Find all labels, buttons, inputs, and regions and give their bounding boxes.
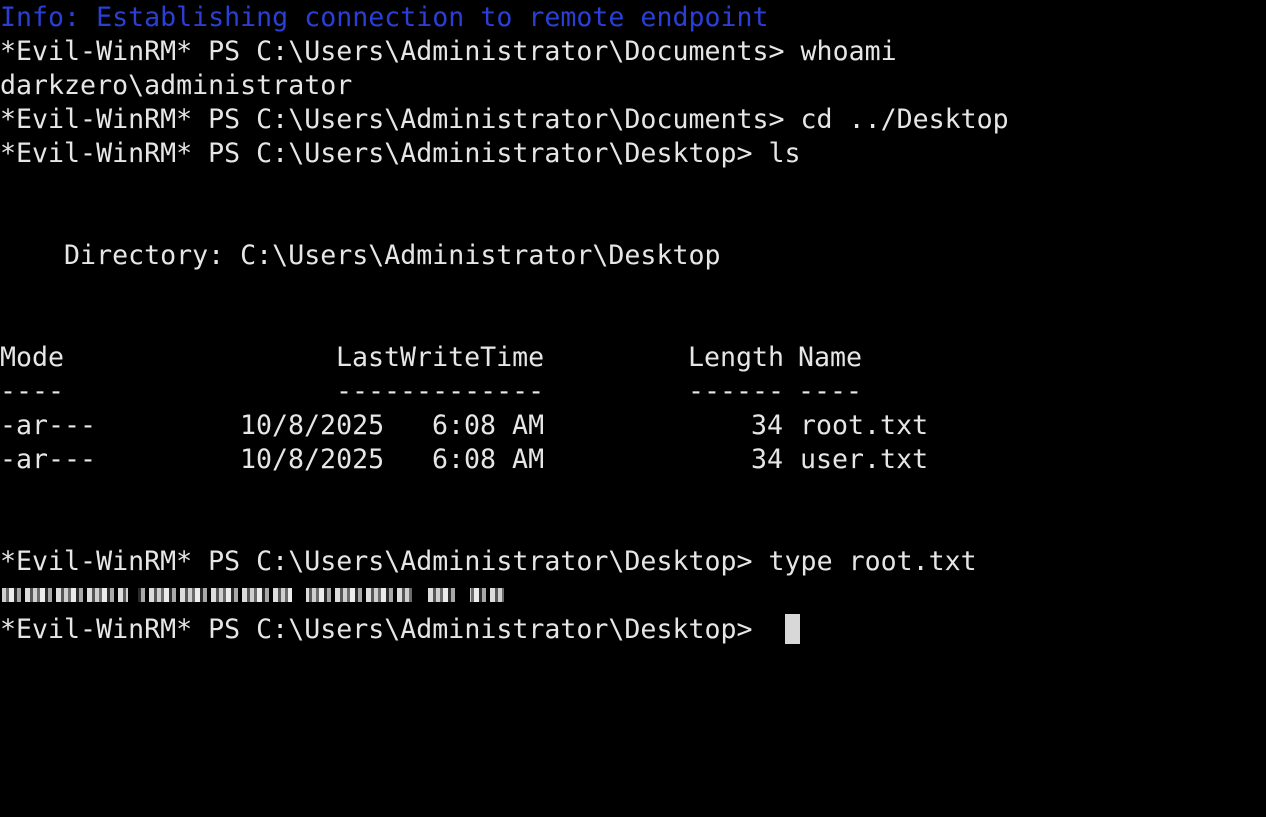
command-line-cd: *Evil-WinRM* PS C:\Users\Administrator\D… xyxy=(0,103,1009,137)
prompt: *Evil-WinRM* PS C:\Users\Administrator\D… xyxy=(0,138,769,169)
command-line-type: *Evil-WinRM* PS C:\Users\Administrator\D… xyxy=(0,545,977,579)
file-date: 10/8/2025 xyxy=(240,444,385,475)
file-date: 10/8/2025 xyxy=(240,410,385,441)
redaction-gap xyxy=(128,588,138,602)
column-header-mode: Mode xyxy=(0,342,65,373)
file-length: 34 xyxy=(751,444,784,475)
prompt: *Evil-WinRM* PS C:\Users\Administrator\D… xyxy=(0,614,769,645)
redaction-gap xyxy=(458,588,470,602)
column-header-length: Length xyxy=(688,342,785,373)
prompt: *Evil-WinRM* PS C:\Users\Administrator\D… xyxy=(0,546,769,577)
file-time: 6:08 AM xyxy=(432,444,545,475)
command-output: darkzero\administrator xyxy=(0,70,353,101)
separator-length: ------ xyxy=(688,376,785,407)
file-row: -ar--- 10/8/2025 6:08 AM 34 root.txt xyxy=(0,409,1266,443)
file-name: root.txt xyxy=(800,410,929,441)
redacted-pixelation xyxy=(2,588,504,602)
command-line-whoami: *Evil-WinRM* PS C:\Users\Administrator\D… xyxy=(0,35,897,69)
prompt: *Evil-WinRM* PS C:\Users\Administrator\D… xyxy=(0,104,801,135)
redaction-gap xyxy=(412,588,426,602)
column-header-last-write-time: LastWriteTime xyxy=(336,342,545,373)
separator-name: ---- xyxy=(798,376,863,407)
separator-mode: ---- xyxy=(0,376,65,407)
listing-header-row: Mode LastWriteTime Length Name xyxy=(0,341,1266,375)
file-mode: -ar--- xyxy=(0,410,97,441)
separator-last-write-time: ------------- xyxy=(336,376,545,407)
command-line-ls: *Evil-WinRM* PS C:\Users\Administrator\D… xyxy=(0,137,801,171)
command-text: ls xyxy=(768,138,801,169)
file-name: user.txt xyxy=(800,444,929,475)
column-header-name: Name xyxy=(798,342,863,373)
redacted-flag-output xyxy=(0,579,520,613)
text-cursor[interactable] xyxy=(784,614,800,644)
file-time: 6:08 AM xyxy=(432,410,545,441)
command-text: whoami xyxy=(800,36,897,67)
prompt: *Evil-WinRM* PS C:\Users\Administrator\D… xyxy=(0,36,801,67)
active-command-line[interactable]: *Evil-WinRM* PS C:\Users\Administrator\D… xyxy=(0,613,800,647)
file-length: 34 xyxy=(751,410,784,441)
directory-heading: Directory: C:\Users\Administrator\Deskto… xyxy=(0,240,721,271)
listing-separator-row: ---- ------------- ------ ---- xyxy=(0,375,1266,409)
command-text: cd ../Desktop xyxy=(800,104,1009,135)
file-row: -ar--- 10/8/2025 6:08 AM 34 user.txt xyxy=(0,443,1266,477)
redaction-gap xyxy=(292,588,306,602)
terminal-window[interactable]: Info: Establishing connection to remote … xyxy=(0,0,1266,647)
info-message: Info: Establishing connection to remote … xyxy=(0,2,769,33)
command-text: type root.txt xyxy=(768,546,977,577)
file-mode: -ar--- xyxy=(0,444,97,475)
